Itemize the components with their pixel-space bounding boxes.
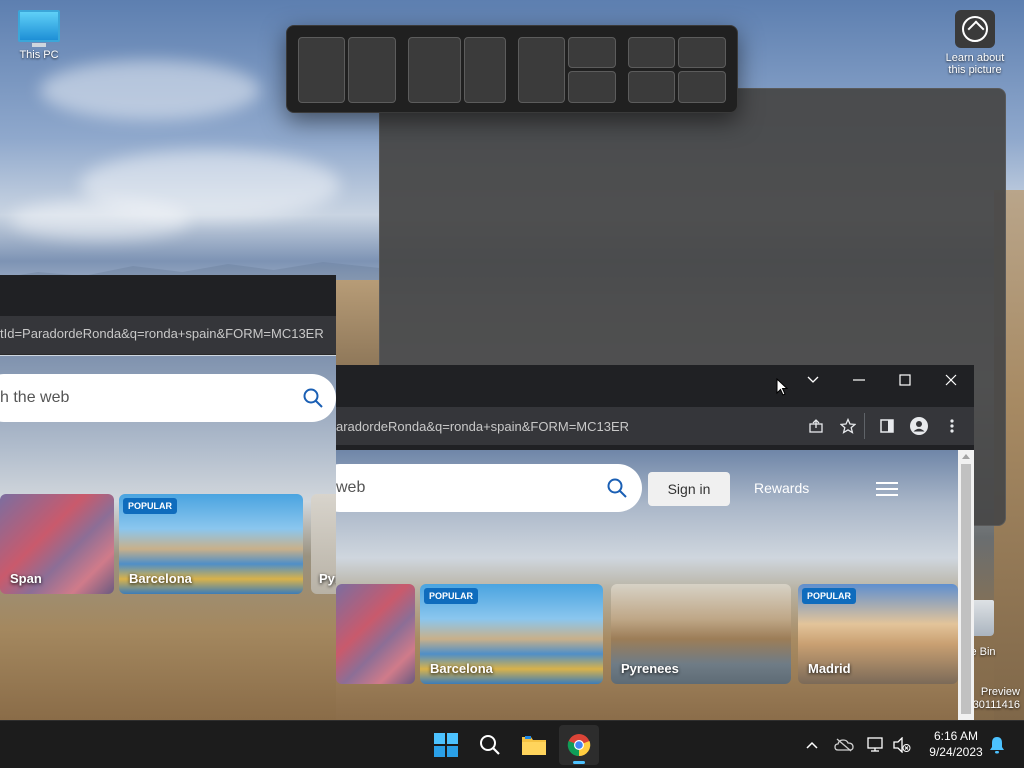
close-button[interactable] <box>928 365 974 395</box>
taskbar: 6:16 AM 9/24/2023 <box>0 720 1024 768</box>
sign-in-button[interactable]: Sign in <box>648 472 730 506</box>
main-url-text: aradordeRonda&q=ronda+spain&FORM=MC13ER <box>336 419 630 434</box>
snap-layout-halves <box>298 37 396 103</box>
hamburger-menu-icon[interactable] <box>876 482 898 500</box>
snap-zone-bottom-right[interactable] <box>678 71 726 103</box>
tile-label: Barcelona <box>129 571 192 586</box>
snap-layout-main-stack <box>518 37 616 103</box>
mouse-cursor-icon <box>776 377 789 401</box>
vertical-scrollbar[interactable] <box>958 450 974 720</box>
volume-muted-icon[interactable] <box>890 721 914 768</box>
popular-badge: POPULAR <box>424 588 479 604</box>
clock-date: 9/24/2023 <box>929 745 983 759</box>
notification-bell-icon[interactable] <box>986 721 1008 768</box>
toolbar-divider <box>864 413 865 439</box>
search-icon <box>480 735 500 755</box>
image-tile-barcelona[interactable]: POPULAR Barcelona <box>420 584 603 684</box>
more-menu-icon[interactable] <box>942 416 962 436</box>
tile-label: Pyrenees <box>621 661 679 676</box>
snap-layout-quadrants <box>628 37 726 103</box>
left-browser-window: tId=ParadordeRonda&q=ronda+spain&FORM=MC… <box>0 275 336 720</box>
this-pc-desktop-icon[interactable]: This PC <box>10 10 68 61</box>
start-button[interactable] <box>426 725 466 765</box>
left-search-placeholder: h the web <box>0 389 70 406</box>
chrome-icon <box>567 734 591 757</box>
left-url-text: tId=ParadordeRonda&q=ronda+spain&FORM=MC… <box>0 326 324 341</box>
main-window-titlebar[interactable] <box>336 365 974 407</box>
image-tile[interactable] <box>336 584 415 684</box>
preview-line1: Preview <box>980 686 1020 698</box>
search-icon[interactable] <box>606 477 628 504</box>
image-tile-madrid[interactable]: POPULAR Madrid <box>798 584 958 684</box>
maximize-button[interactable] <box>882 365 928 395</box>
snap-zone-top-left[interactable] <box>628 37 675 68</box>
chrome-taskbar-button[interactable] <box>559 725 599 765</box>
learn-label-line2: this picture <box>948 64 1002 76</box>
left-search-box[interactable]: h the web <box>0 374 336 422</box>
snap-zone-left-wide[interactable] <box>408 37 461 103</box>
monitor-icon <box>18 10 60 42</box>
popular-badge: POPULAR <box>802 588 857 604</box>
snap-zone-left-main[interactable] <box>518 37 565 103</box>
snap-layout-two-thirds <box>408 37 506 103</box>
main-browser-window: aradordeRonda&q=ronda+spain&FORM=MC13ER … <box>336 365 974 720</box>
bookmark-star-icon[interactable] <box>838 416 858 436</box>
learn-about-picture-icon[interactable]: Learn about this picture <box>938 10 1012 76</box>
monitor-stand <box>32 43 46 47</box>
preview-line2: 30111416 <box>972 699 1020 711</box>
tab-search-chevron-icon[interactable] <box>790 365 836 395</box>
tile-label: Madrid <box>808 661 851 676</box>
main-window-addressbar[interactable]: aradordeRonda&q=ronda+spain&FORM=MC13ER <box>336 407 974 445</box>
windows-logo-icon <box>434 733 458 757</box>
share-icon[interactable] <box>806 416 826 436</box>
search-icon[interactable] <box>302 387 324 414</box>
windows-preview-watermark: Preview 30111416 <box>972 686 1020 712</box>
snap-layouts-flyout <box>286 25 738 113</box>
folder-icon <box>522 736 546 755</box>
snap-zone-top-right[interactable] <box>568 37 616 68</box>
network-icon[interactable] <box>864 721 888 768</box>
profile-avatar-icon[interactable] <box>909 416 929 436</box>
snap-zone-left-half[interactable] <box>298 37 345 103</box>
scroll-thumb[interactable] <box>961 464 971 714</box>
snap-zone-bottom-left[interactable] <box>628 71 675 103</box>
tile-label: Barcelona <box>430 661 493 676</box>
onedrive-icon[interactable] <box>832 721 856 768</box>
main-search-placeholder: web <box>336 479 366 496</box>
main-search-box[interactable]: web <box>336 464 642 512</box>
snap-zone-top-right[interactable] <box>678 37 726 68</box>
snap-zone-right-narrow[interactable] <box>464 37 506 103</box>
image-tile-pyrenees[interactable]: Pyrenees <box>611 584 791 684</box>
clock-time: 6:16 AM <box>933 729 979 743</box>
image-tile-barcelona[interactable]: POPULAR Barcelona <box>119 494 303 594</box>
rewards-link[interactable]: Rewards <box>754 480 809 496</box>
wallpaper-cloud <box>40 60 260 120</box>
side-panel-icon[interactable] <box>877 416 897 436</box>
scroll-up-arrow-icon[interactable] <box>962 454 970 459</box>
image-tile[interactable]: Span <box>0 494 114 594</box>
learn-picture-icon <box>955 10 995 48</box>
show-hidden-icons-chevron[interactable] <box>802 721 822 768</box>
snap-zone-bottom-right[interactable] <box>568 71 616 103</box>
main-window-content: web Sign in Rewards POPULAR Barcelona Py… <box>336 450 958 720</box>
minimize-button[interactable] <box>836 365 882 395</box>
wallpaper-cloud <box>10 200 190 240</box>
taskbar-clock[interactable]: 6:16 AM 9/24/2023 <box>920 728 992 760</box>
wallpaper-cliff <box>336 280 380 370</box>
learn-label-line1: Learn about <box>945 52 1005 64</box>
left-window-content: h the web Span POPULAR Barcelona Pyr <box>0 356 336 720</box>
file-explorer-button[interactable] <box>514 725 554 765</box>
popular-badge: POPULAR <box>123 498 178 514</box>
tile-label: Pyr <box>319 571 336 586</box>
active-app-indicator <box>573 761 585 764</box>
this-pc-label: This PC <box>19 49 59 61</box>
taskbar-search-button[interactable] <box>470 725 510 765</box>
tile-label: Span <box>10 571 42 586</box>
left-window-titlebar[interactable] <box>0 275 336 316</box>
image-tile[interactable]: Pyr <box>311 494 336 594</box>
left-window-addressbar[interactable]: tId=ParadordeRonda&q=ronda+spain&FORM=MC… <box>0 316 336 355</box>
snap-zone-right-half[interactable] <box>348 37 396 103</box>
